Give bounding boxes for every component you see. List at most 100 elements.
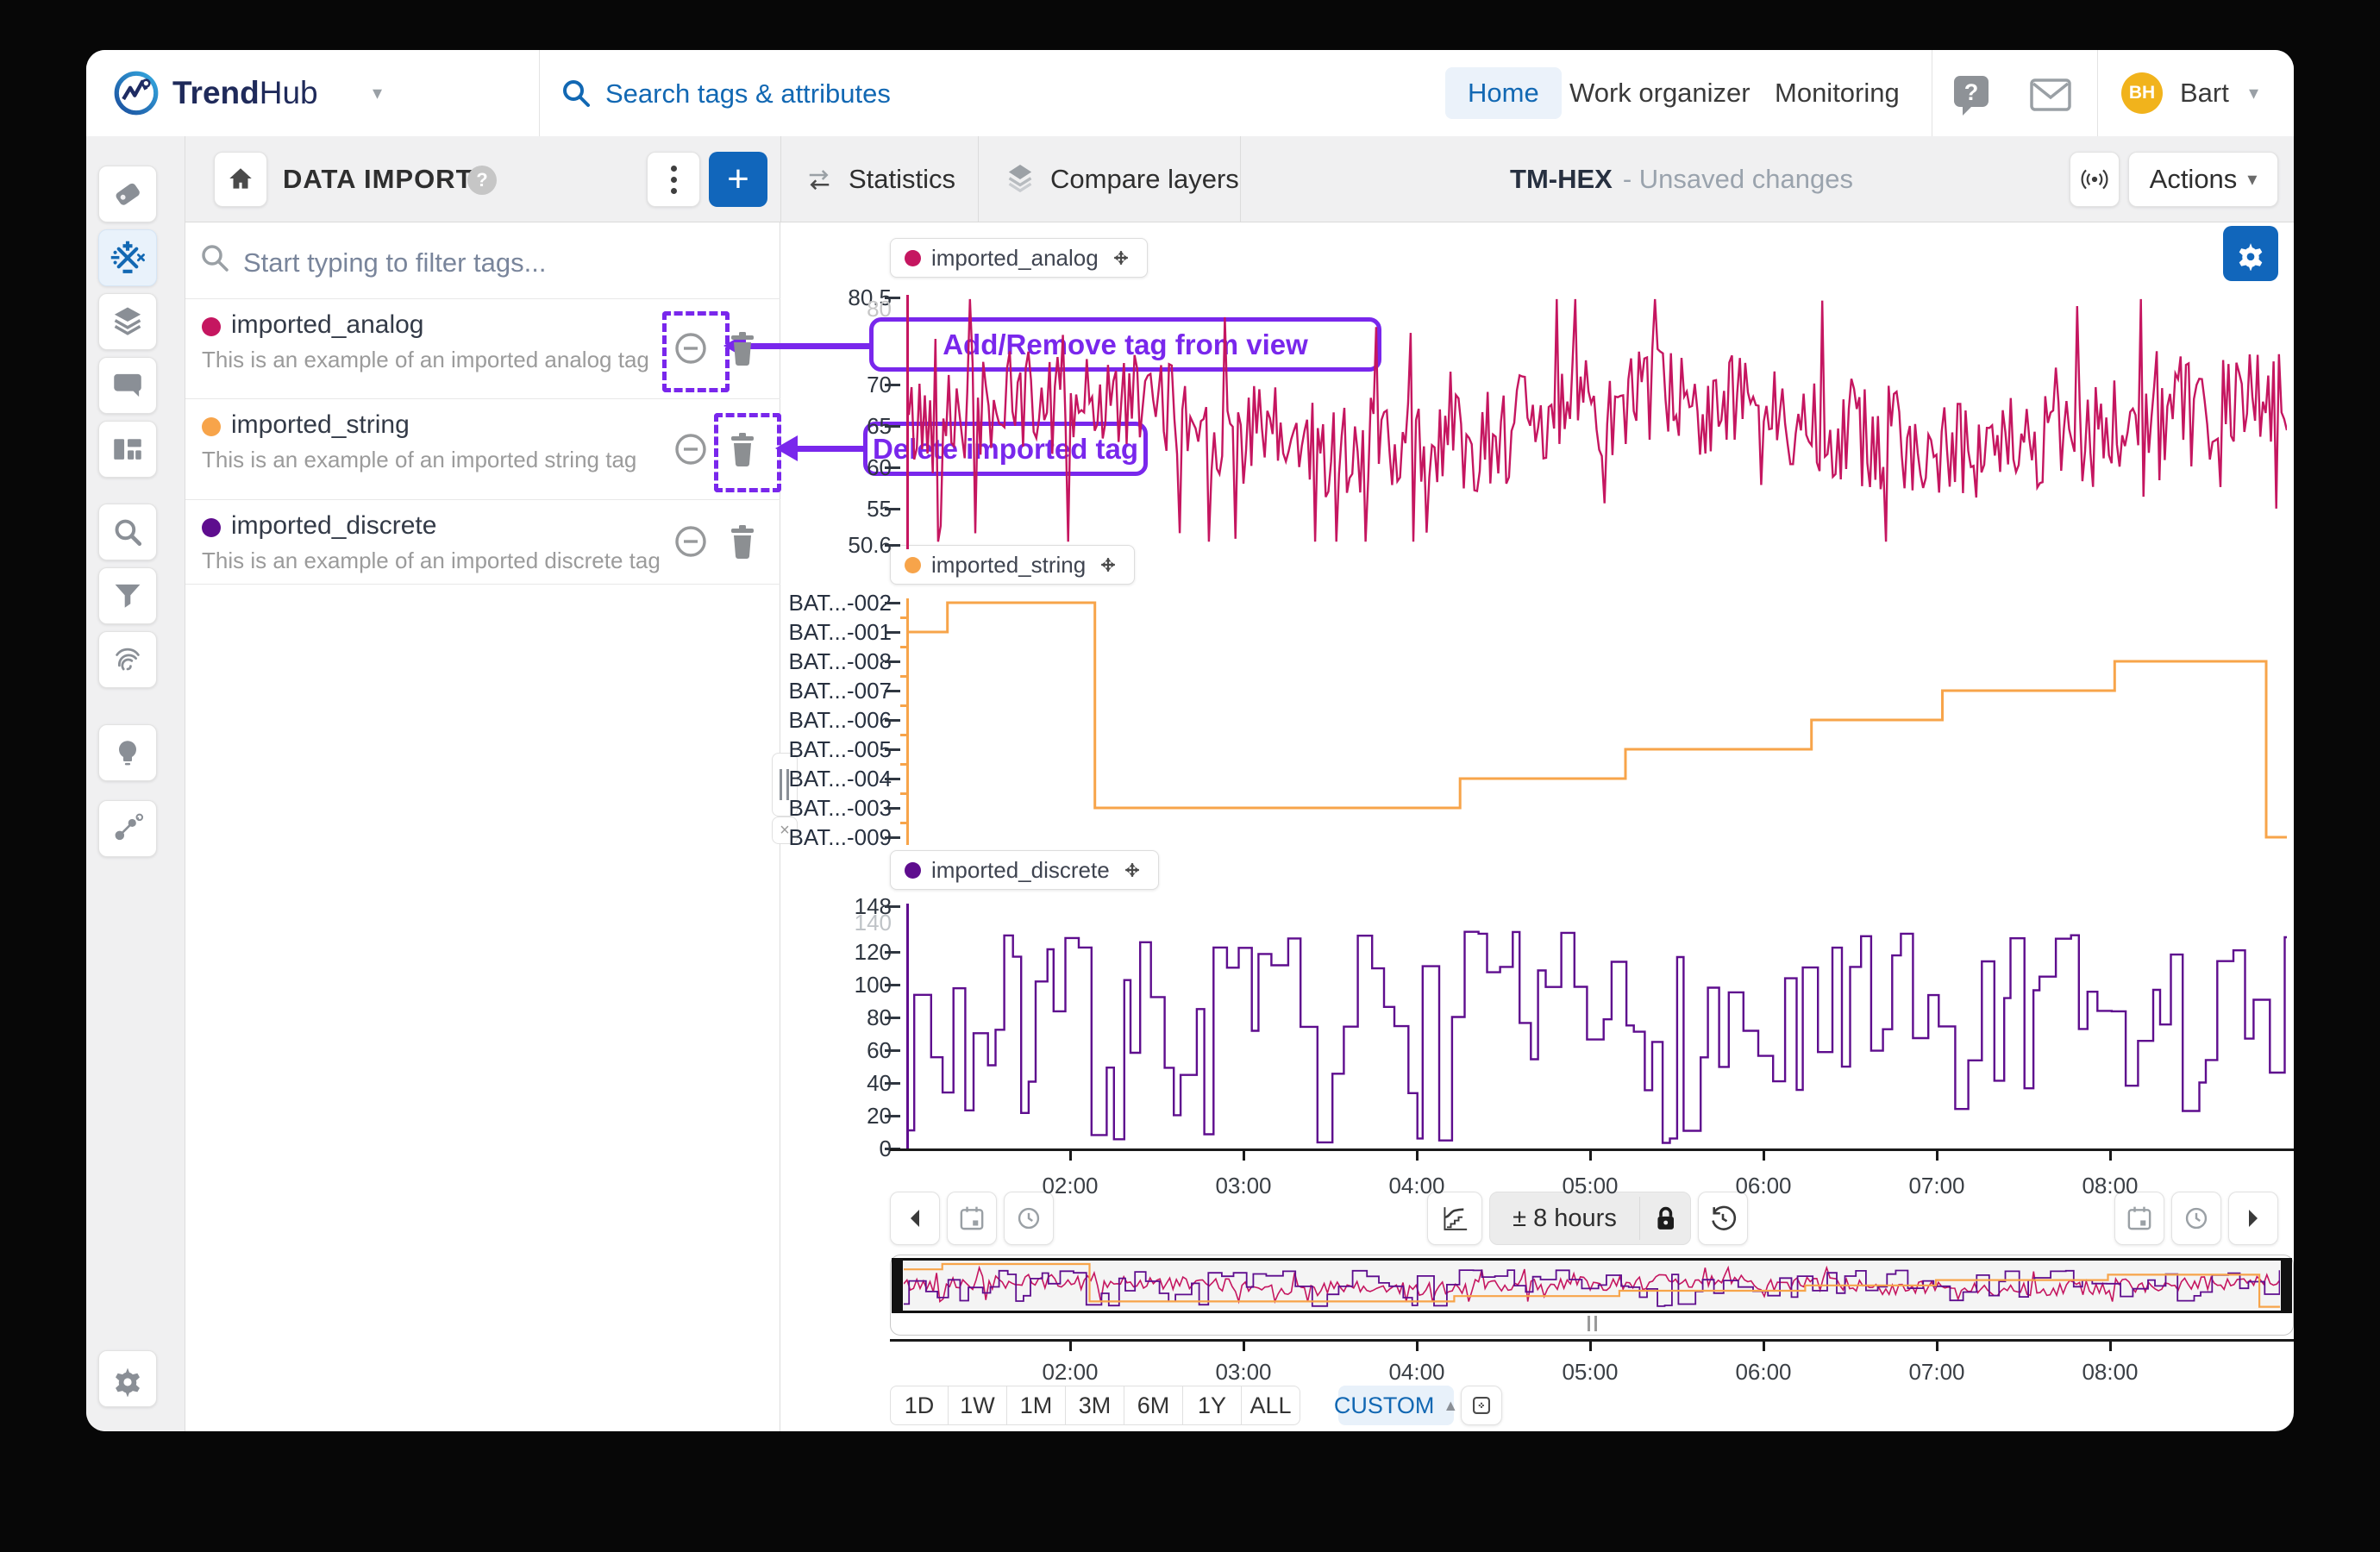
time-axis-tick <box>1936 1342 1938 1351</box>
start-time-button[interactable] <box>1004 1192 1054 1245</box>
delete-tag-button[interactable] <box>726 331 759 366</box>
kebab-icon <box>671 166 677 194</box>
legend-chip-imported-string[interactable]: imported_string <box>890 545 1135 585</box>
calendar-icon <box>2125 1204 2154 1233</box>
chart-discrete-plot[interactable] <box>909 906 2287 1148</box>
move-icon[interactable] <box>1120 858 1144 882</box>
chevron-right-icon <box>2244 1207 2263 1230</box>
live-broadcast-button[interactable] <box>2070 152 2120 207</box>
axis-tick <box>885 602 900 604</box>
chart-string-plot[interactable] <box>909 598 2287 842</box>
time-label: 03:00 <box>1183 1359 1304 1385</box>
range-button-1y[interactable]: 1Y <box>1183 1386 1242 1425</box>
remove-tag-from-view-button[interactable] <box>673 331 708 366</box>
legend-chip-imported-analog[interactable]: imported_analog <box>890 238 1148 278</box>
move-icon[interactable] <box>1096 553 1120 577</box>
brand-caret-icon[interactable]: ▾ <box>373 50 382 136</box>
gear-icon <box>2233 236 2268 271</box>
axis-tick <box>885 1017 900 1019</box>
nav-tab-monitoring[interactable]: Monitoring <box>1775 50 1900 136</box>
user-menu-caret-icon[interactable]: ▾ <box>2249 50 2258 136</box>
home-icon <box>226 165 255 194</box>
sidebar-item-search[interactable] <box>98 504 157 560</box>
sidebar-item-context[interactable] <box>98 800 157 857</box>
history-button[interactable] <box>1698 1192 1748 1245</box>
tag-description: This is an example of an imported discre… <box>202 548 661 574</box>
tag-color-dot <box>202 417 221 436</box>
sidebar-item-comments[interactable] <box>98 357 157 414</box>
panel-menu-button[interactable] <box>647 152 700 207</box>
time-label: 07:00 <box>1876 1359 1997 1385</box>
nav-tab-home[interactable]: Home <box>1445 67 1562 119</box>
remove-tag-from-view-button[interactable] <box>673 432 708 466</box>
filter-search-icon <box>198 241 233 276</box>
statistics-button[interactable]: Statistics <box>802 136 955 222</box>
chart-type-button[interactable] <box>1427 1192 1482 1245</box>
range-button-all[interactable]: ALL <box>1242 1386 1300 1425</box>
custom-range-button[interactable]: CUSTOM ▲ <box>1338 1386 1454 1425</box>
y-tick-label: BAT...-008 <box>719 648 892 674</box>
time-label: 03:00 <box>1183 1173 1304 1198</box>
dashboard-icon <box>110 431 146 467</box>
sidebar-item-fingerprint[interactable] <box>98 631 157 688</box>
range-button-1d[interactable]: 1D <box>890 1386 949 1425</box>
help-icon[interactable]: ? <box>1951 72 1992 117</box>
y-tick-label: 40 <box>719 1070 892 1096</box>
swap-arrows-icon <box>802 162 836 197</box>
overview-right-handle[interactable] <box>2281 1258 2292 1313</box>
compare-layers-button[interactable]: Compare layers <box>1002 136 1239 222</box>
mail-icon[interactable] <box>2028 76 2073 114</box>
sidebar-item-recommendations[interactable] <box>98 724 157 781</box>
overview-mini-chart[interactable] <box>904 1261 2280 1311</box>
y-tick-label: BAT...-007 <box>719 678 892 704</box>
time-axis-line <box>890 1339 2294 1342</box>
layers-diamond-icon <box>1002 161 1038 197</box>
sidebar-item-tag-calculator[interactable] <box>98 229 157 286</box>
tag-color-dot <box>202 518 221 537</box>
end-date-button[interactable] <box>2114 1192 2164 1245</box>
axis-tick <box>885 425 900 428</box>
sidebar-item-dashboard[interactable] <box>98 421 157 478</box>
sidebar-item-tags[interactable] <box>98 166 157 222</box>
time-label: 08:00 <box>2050 1359 2170 1385</box>
trend-steps-icon <box>1439 1203 1470 1234</box>
axis-tick <box>885 544 900 547</box>
nav-tab-work-organizer[interactable]: Work organizer <box>1569 50 1751 136</box>
axis-tick <box>885 836 900 839</box>
time-axis-tick <box>1763 1151 1765 1161</box>
legend-chip-imported-discrete[interactable]: imported_discrete <box>890 850 1159 890</box>
global-search-input[interactable] <box>604 72 1090 116</box>
time-axis-line <box>890 1148 2294 1151</box>
range-button-1w[interactable]: 1W <box>949 1386 1007 1425</box>
chart-settings-button[interactable] <box>2223 226 2278 281</box>
overview-left-handle[interactable] <box>892 1258 903 1313</box>
range-button-3m[interactable]: 3M <box>1066 1386 1124 1425</box>
actions-button[interactable]: Actions ▾ <box>2128 152 2278 207</box>
end-time-button[interactable] <box>2171 1192 2221 1245</box>
range-button-6m[interactable]: 6M <box>1124 1386 1183 1425</box>
user-avatar[interactable]: BH <box>2121 72 2163 114</box>
axis-tick <box>885 466 900 469</box>
pan-left-button[interactable] <box>890 1192 940 1245</box>
sidebar-item-settings[interactable] <box>98 1350 157 1407</box>
overview-scroll-grip[interactable] <box>1583 1316 1600 1331</box>
pan-right-button[interactable] <box>2228 1192 2278 1245</box>
home-view-button[interactable] <box>214 152 267 207</box>
remove-tag-from-view-button[interactable] <box>673 524 708 559</box>
move-icon[interactable] <box>1109 246 1133 270</box>
time-window-control[interactable]: ± 8 hours <box>1489 1192 1691 1245</box>
chart-analog-plot[interactable] <box>909 297 2287 545</box>
tag-filter-input[interactable] <box>241 241 659 285</box>
start-date-button[interactable] <box>947 1192 997 1245</box>
divider <box>539 50 540 136</box>
time-label: 02:00 <box>1010 1359 1130 1385</box>
range-button-1m[interactable]: 1M <box>1007 1386 1066 1425</box>
sidebar-item-filter[interactable] <box>98 567 157 624</box>
sidebar-item-layers[interactable] <box>98 293 157 350</box>
axis-tick <box>885 1115 900 1117</box>
user-name[interactable]: Bart <box>2180 50 2229 136</box>
focus-range-button[interactable] <box>1461 1386 1502 1425</box>
panel-help-icon[interactable]: ? <box>467 166 497 195</box>
lock-icon[interactable] <box>1640 1201 1690 1236</box>
add-tag-button[interactable]: + <box>709 152 767 207</box>
